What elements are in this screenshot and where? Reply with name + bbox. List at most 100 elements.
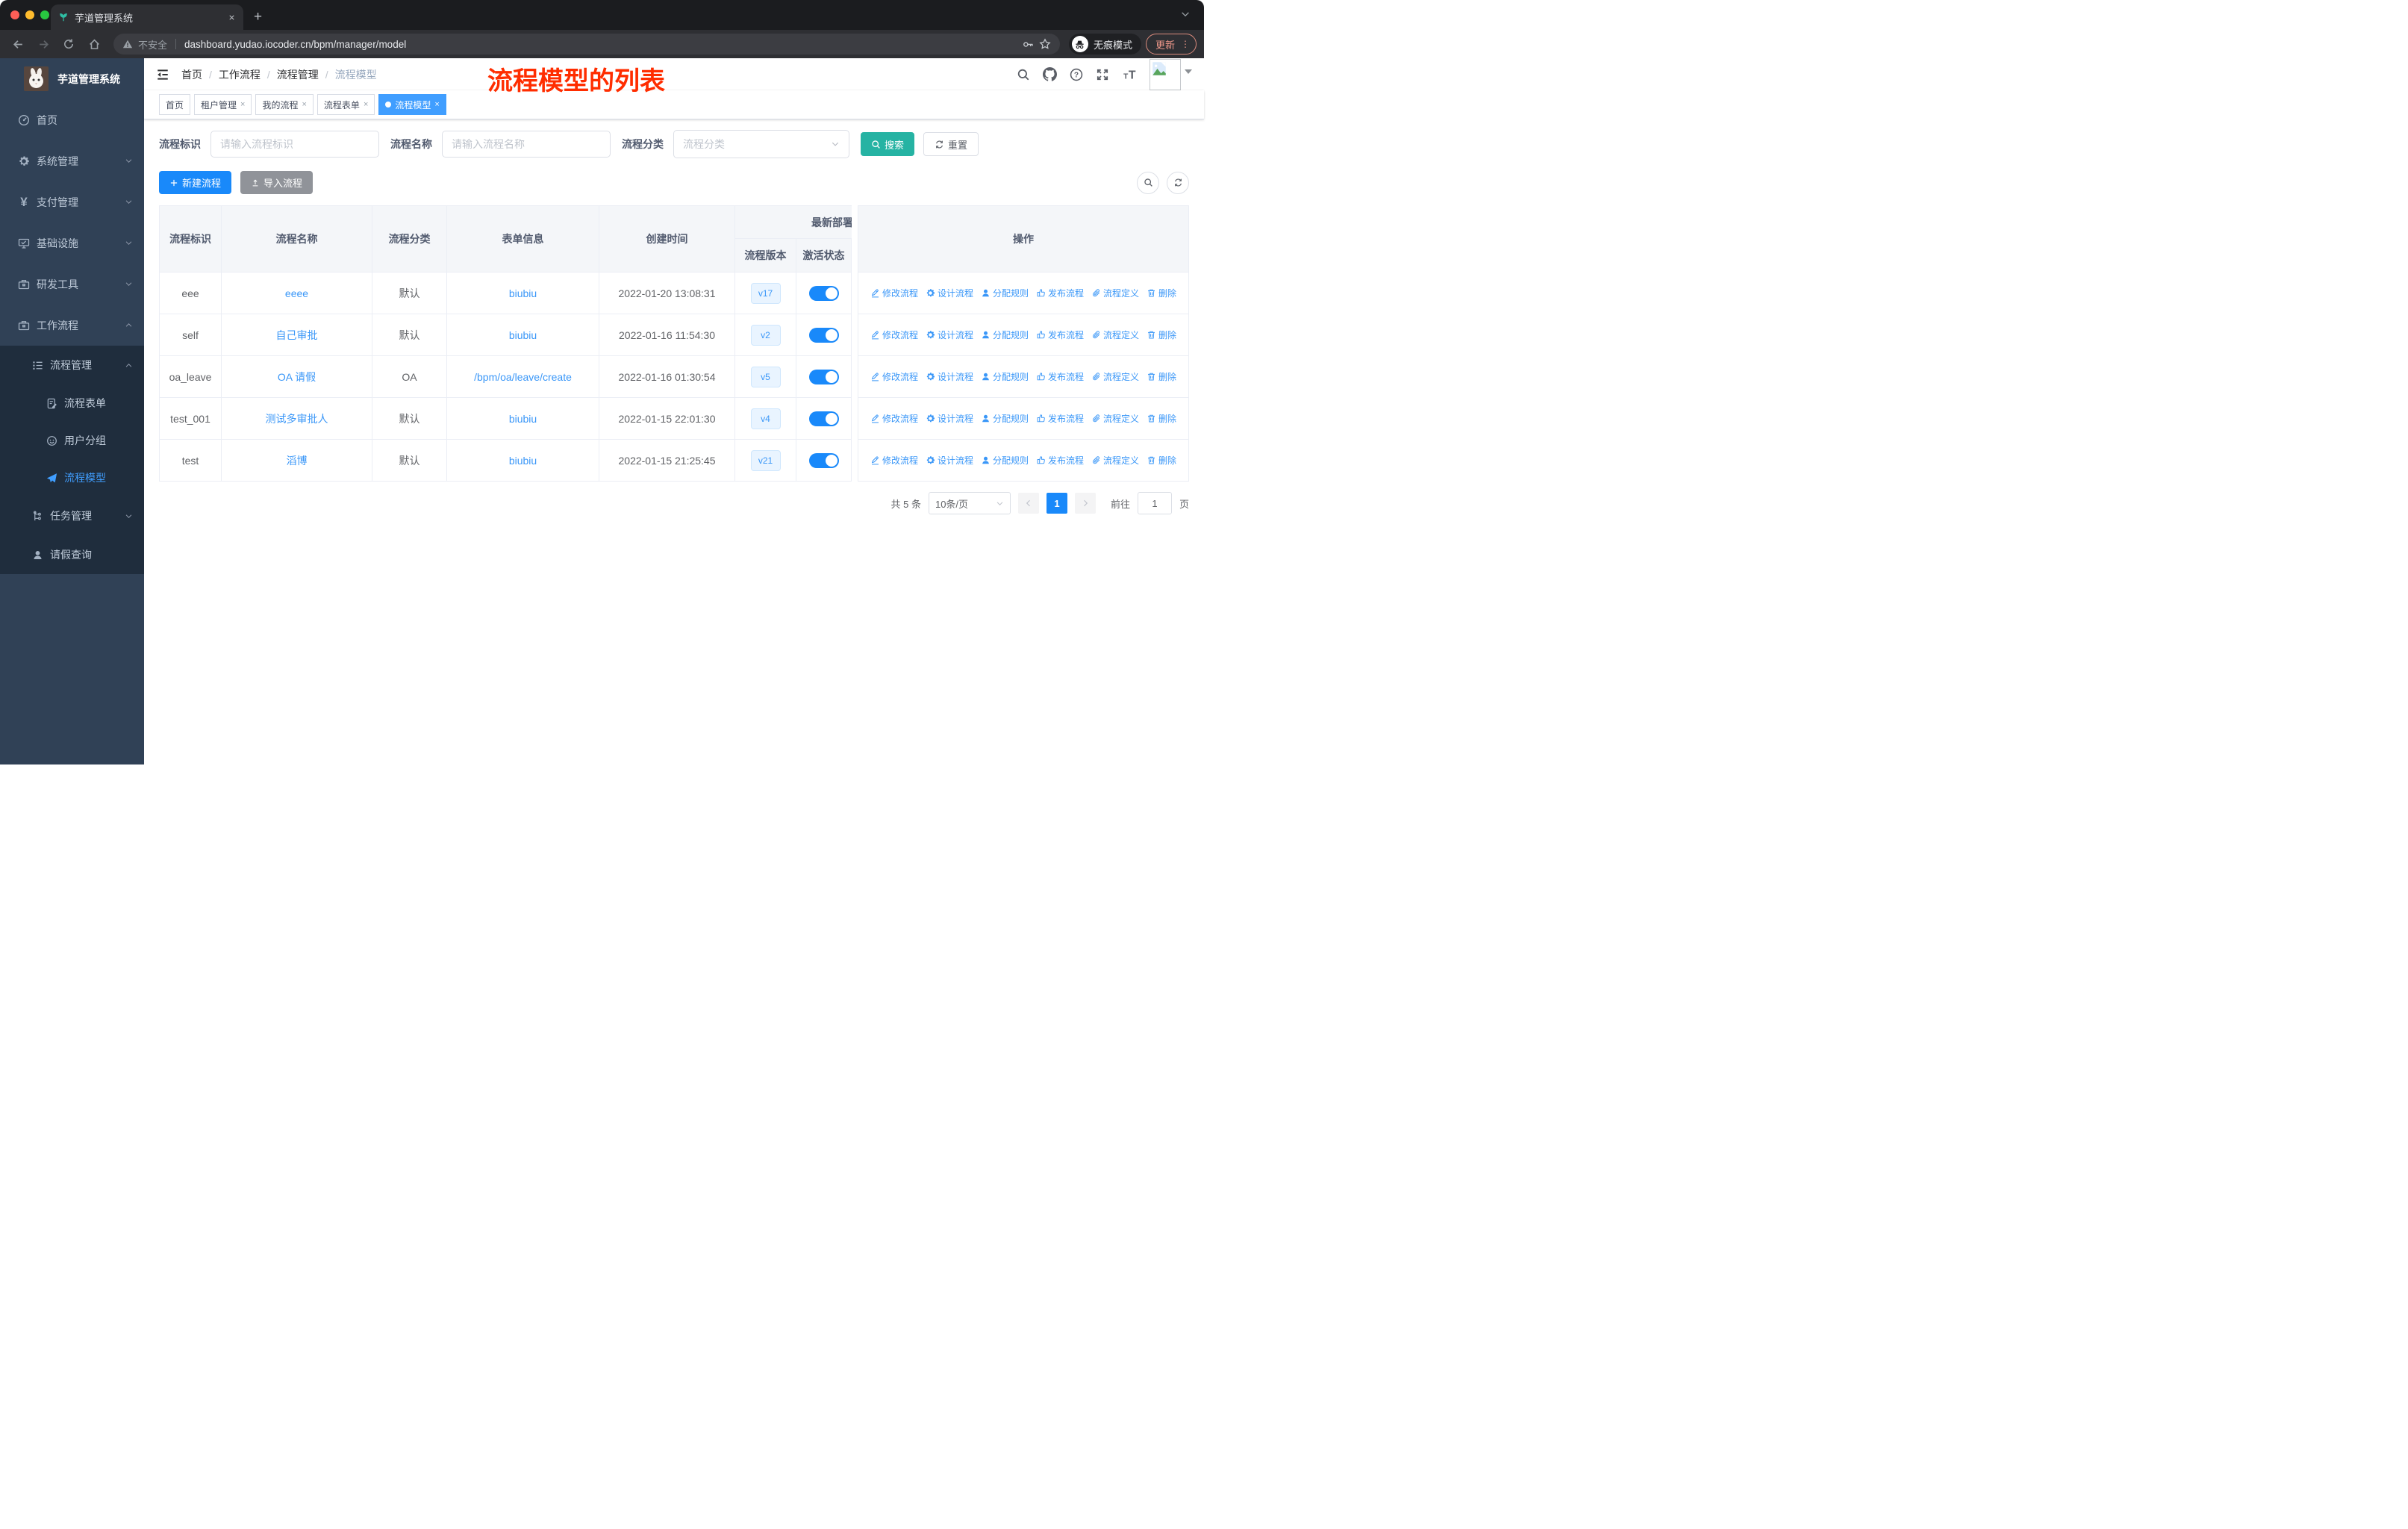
action-pen[interactable]: 修改流程: [870, 412, 918, 425]
back-button[interactable]: [7, 34, 28, 55]
action-design-gear[interactable]: 设计流程: [926, 287, 973, 299]
action-design-gear[interactable]: 设计流程: [926, 328, 973, 341]
fullscreen-icon[interactable]: [1096, 68, 1109, 81]
sidebar-item-process-management[interactable]: 流程管理: [0, 346, 144, 384]
form-info-link[interactable]: biubiu: [509, 413, 537, 425]
form-info-link[interactable]: biubiu: [509, 455, 537, 467]
tag-tenant[interactable]: 租户管理 ×: [194, 94, 252, 115]
reload-button[interactable]: [58, 34, 79, 55]
active-toggle[interactable]: [808, 452, 839, 468]
sidebar-item-process-form[interactable]: 流程表单: [0, 384, 144, 422]
current-page[interactable]: 1: [1046, 493, 1067, 514]
action-pen[interactable]: 修改流程: [870, 328, 918, 341]
action-pen[interactable]: 修改流程: [870, 287, 918, 299]
action-pen[interactable]: 修改流程: [870, 454, 918, 467]
sidebar-item-infrastructure[interactable]: 基础设施: [0, 222, 144, 264]
action-thumb[interactable]: 发布流程: [1036, 287, 1084, 299]
toggle-search-button[interactable]: [1137, 171, 1159, 194]
form-info-link[interactable]: biubiu: [509, 329, 537, 341]
action-trash[interactable]: 删除: [1147, 287, 1176, 299]
sidebar-item-user-group[interactable]: 用户分组: [0, 422, 144, 459]
breadcrumb-item[interactable]: 流程管理: [277, 67, 319, 82]
form-info-link[interactable]: biubiu: [509, 287, 537, 299]
action-user-solid[interactable]: 分配规则: [981, 287, 1029, 299]
sidebar-item-task-management[interactable]: 任务管理: [0, 496, 144, 535]
create-process-button[interactable]: 新建流程: [159, 171, 232, 194]
form-info-link[interactable]: /bpm/oa/leave/create: [474, 371, 572, 383]
action-paperclip[interactable]: 流程定义: [1091, 454, 1139, 467]
active-toggle[interactable]: [808, 327, 839, 343]
process-category-select[interactable]: 流程分类: [673, 130, 849, 158]
action-paperclip[interactable]: 流程定义: [1091, 412, 1139, 425]
user-menu[interactable]: [1150, 58, 1192, 90]
tag-close-icon[interactable]: ×: [302, 100, 306, 109]
breadcrumb-item[interactable]: 工作流程: [219, 67, 261, 82]
breadcrumb-item[interactable]: 首页: [181, 67, 202, 82]
action-trash[interactable]: 删除: [1147, 370, 1176, 383]
sidebar-item-process-model[interactable]: 流程模型: [0, 459, 144, 496]
address-bar[interactable]: 不安全 dashboard.yudao.iocoder.cn/bpm/manag…: [113, 34, 1060, 55]
chrome-update-button[interactable]: 更新 ⋮: [1145, 34, 1197, 55]
process-name-link[interactable]: eeee: [285, 287, 308, 299]
action-trash[interactable]: 删除: [1147, 412, 1176, 425]
chrome-menu-icon[interactable]: ⋮: [1181, 40, 1190, 49]
tag-close-icon[interactable]: ×: [434, 100, 439, 109]
prev-page-button[interactable]: [1017, 493, 1039, 514]
github-icon[interactable]: [1043, 67, 1057, 81]
tab-search-chevron-icon[interactable]: [1180, 9, 1191, 19]
process-name-link[interactable]: 测试多审批人: [266, 411, 328, 426]
search-button[interactable]: 搜索: [861, 132, 915, 156]
home-button[interactable]: [84, 34, 105, 55]
tab-close-icon[interactable]: [228, 13, 236, 22]
sidebar-item-system[interactable]: 系统管理: [0, 140, 144, 181]
tag-home[interactable]: 首页: [159, 94, 191, 115]
hamburger-icon[interactable]: [156, 68, 169, 81]
goto-page-input[interactable]: [1137, 492, 1172, 514]
action-user-solid[interactable]: 分配规则: [981, 328, 1029, 341]
search-icon[interactable]: [1017, 68, 1030, 81]
active-toggle[interactable]: [808, 285, 839, 301]
action-thumb[interactable]: 发布流程: [1036, 412, 1084, 425]
tag-close-icon[interactable]: ×: [240, 100, 245, 109]
refresh-table-button[interactable]: [1167, 171, 1189, 194]
action-design-gear[interactable]: 设计流程: [926, 370, 973, 383]
action-paperclip[interactable]: 流程定义: [1091, 287, 1139, 299]
action-trash[interactable]: 删除: [1147, 454, 1176, 467]
browser-tab[interactable]: 芋道管理系统: [51, 4, 243, 30]
active-toggle[interactable]: [808, 411, 839, 426]
bookmark-star-icon[interactable]: [1039, 38, 1051, 50]
tag-process-model[interactable]: 流程模型 ×: [378, 94, 446, 115]
window-close-button[interactable]: [10, 10, 19, 19]
sidebar-item-workflow[interactable]: 工作流程: [0, 305, 144, 346]
action-user-solid[interactable]: 分配规则: [981, 454, 1029, 467]
reset-button[interactable]: 重置: [923, 132, 979, 156]
process-name-link[interactable]: 自己审批: [276, 328, 318, 343]
sidebar-item-devtools[interactable]: 研发工具: [0, 264, 144, 305]
active-toggle[interactable]: [808, 369, 839, 384]
window-zoom-button[interactable]: [40, 10, 49, 19]
action-design-gear[interactable]: 设计流程: [926, 412, 973, 425]
sidebar-item-home[interactable]: 首页: [0, 99, 144, 140]
sidebar-item-payment[interactable]: ¥ 支付管理: [0, 181, 144, 222]
help-icon[interactable]: [1070, 68, 1083, 81]
tag-process-form[interactable]: 流程表单 ×: [316, 94, 375, 115]
sidebar-item-leave-query[interactable]: 请假查询: [0, 535, 144, 574]
action-paperclip[interactable]: 流程定义: [1091, 328, 1139, 341]
process-id-input[interactable]: [210, 131, 379, 158]
process-name-input[interactable]: [442, 131, 611, 158]
password-key-icon[interactable]: [1023, 39, 1034, 50]
action-thumb[interactable]: 发布流程: [1036, 370, 1084, 383]
tag-close-icon[interactable]: ×: [364, 100, 368, 109]
action-design-gear[interactable]: 设计流程: [926, 454, 973, 467]
sidebar-logo[interactable]: 芋道管理系统: [0, 58, 144, 99]
next-page-button[interactable]: [1074, 493, 1096, 514]
action-user-solid[interactable]: 分配规则: [981, 412, 1029, 425]
action-thumb[interactable]: 发布流程: [1036, 328, 1084, 341]
page-size-select[interactable]: 10条/页: [928, 492, 1011, 514]
window-minimize-button[interactable]: [25, 10, 34, 19]
forward-button[interactable]: [33, 34, 54, 55]
action-paperclip[interactable]: 流程定义: [1091, 370, 1139, 383]
action-pen[interactable]: 修改流程: [870, 370, 918, 383]
font-size-icon[interactable]: [1122, 68, 1137, 81]
action-thumb[interactable]: 发布流程: [1036, 454, 1084, 467]
